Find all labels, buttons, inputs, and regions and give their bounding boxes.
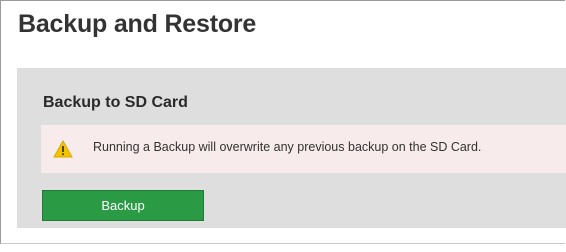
backup-button[interactable]: Backup bbox=[42, 190, 204, 221]
page-title: Backup and Restore bbox=[18, 10, 257, 38]
warning-text: Running a Backup will overwrite any prev… bbox=[93, 140, 482, 154]
section-title: Backup to SD Card bbox=[43, 94, 188, 111]
backup-panel: Backup to SD Card Running a Backup will … bbox=[17, 68, 566, 228]
warning-triangle-icon bbox=[53, 140, 73, 158]
warning-alert: Running a Backup will overwrite any prev… bbox=[41, 125, 566, 173]
